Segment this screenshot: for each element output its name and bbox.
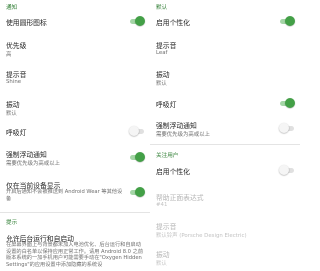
setting-row-followed-vibrate: 振动 默认	[156, 247, 296, 269]
setting-title: 振动	[156, 71, 170, 79]
setting-row-priority[interactable]: 优先级 高	[6, 38, 146, 60]
setting-title: 强制浮动通知	[6, 151, 47, 159]
setting-title: 提示音	[156, 223, 177, 231]
setting-value: Shine	[6, 79, 22, 85]
setting-title: 帮助正面表达式	[156, 194, 204, 202]
setting-row-followed-sound: 提示音 默认铃声 (Porsche Design Electric)	[156, 219, 296, 241]
setting-value: 默认	[6, 111, 17, 117]
section-header-followed: 关注用户	[156, 153, 179, 159]
breathing-light-toggle[interactable]	[280, 98, 295, 108]
local-only-toggle[interactable]	[130, 187, 145, 197]
setting-value: 默认	[156, 81, 167, 87]
setting-row-breathing-light[interactable]: 呼吸灯	[156, 96, 296, 112]
section-header-tips: 提示	[6, 220, 18, 226]
setting-row-breathing-light[interactable]: 呼吸灯	[6, 124, 146, 140]
setting-row-vibrate[interactable]: 振动 默认	[156, 67, 296, 89]
followed-custom-toggle[interactable]	[279, 165, 294, 175]
setting-desc: 需要优先级为高或以上	[156, 132, 210, 138]
custom-toggle[interactable]	[280, 16, 295, 26]
setting-row-heads-up[interactable]: 强制浮动通知 需要优先级为高或以上	[156, 118, 296, 140]
setting-value: Leaf	[156, 50, 168, 56]
setting-row-sound[interactable]: 提示音 Leaf	[156, 38, 296, 60]
badge-toggle[interactable]	[130, 16, 145, 26]
setting-row-local-only[interactable]: 仅在当前设备显示 开启后通知不会被推送到 Android Wear 等其他设备	[6, 178, 146, 208]
setting-title: 启用个性化	[156, 19, 190, 27]
section-header-notification: 通知	[6, 5, 18, 11]
setting-title: 强制浮动通知	[156, 122, 197, 130]
setting-title: 启用个性化	[156, 168, 190, 176]
setting-title: 优先级	[6, 42, 27, 50]
setting-row-heads-up[interactable]: 强制浮动通知 需要优先级为高或以上	[6, 147, 146, 169]
setting-title: 振动	[6, 101, 20, 109]
right-settings-column: 默认 启用个性化 提示音 Leaf 振动 默认 呼吸灯 强制浮动通知 需要优先级…	[150, 0, 300, 271]
divider	[0, 212, 150, 213]
setting-value: #41	[156, 202, 168, 208]
setting-row-sound[interactable]: 提示音 Shine	[6, 67, 146, 89]
setting-value: 默认	[156, 261, 167, 267]
section-header-default: 默认	[156, 5, 168, 11]
setting-row-background-run[interactable]: 允许后台运行和自启动 在屏幕界面上与背景都未加入电池优化、后台运行和自启动设置的…	[6, 231, 146, 271]
left-settings-column: 通知 使用圆形图标 优先级 高 提示音 Shine 振动 默认 呼吸灯 强制浮动…	[0, 0, 150, 271]
setting-title: 提示音	[156, 42, 177, 50]
breathing-light-toggle[interactable]	[129, 126, 144, 136]
setting-row-followed-color: 帮助正面表达式 #41	[156, 190, 296, 212]
setting-desc: 在屏幕界面上与背景都未加入电池优化、后台运行和自启动设置的白名单以保持应用正常工…	[6, 242, 144, 268]
setting-desc: 需要优先级为高或以上	[6, 161, 60, 167]
setting-title: 呼吸灯	[156, 101, 177, 109]
setting-row-custom[interactable]: 启用个性化	[156, 14, 296, 32]
setting-value: 高	[6, 52, 12, 58]
heads-up-toggle[interactable]	[279, 123, 294, 133]
setting-title: 呼吸灯	[6, 129, 27, 137]
setting-title: 提示音	[6, 71, 27, 79]
heads-up-toggle[interactable]	[130, 152, 145, 162]
setting-value: 默认铃声 (Porsche Design Electric)	[156, 233, 247, 239]
divider	[150, 144, 300, 145]
setting-row-badge[interactable]: 使用圆形图标	[6, 14, 146, 32]
setting-title: 使用圆形图标	[6, 19, 47, 27]
setting-desc: 开启后通知不会被推送到 Android Wear 等其他设备	[6, 189, 123, 202]
setting-row-vibrate[interactable]: 振动 默认	[6, 97, 146, 119]
setting-row-followed-custom[interactable]: 启用个性化	[156, 163, 296, 181]
setting-title: 振动	[156, 251, 170, 259]
